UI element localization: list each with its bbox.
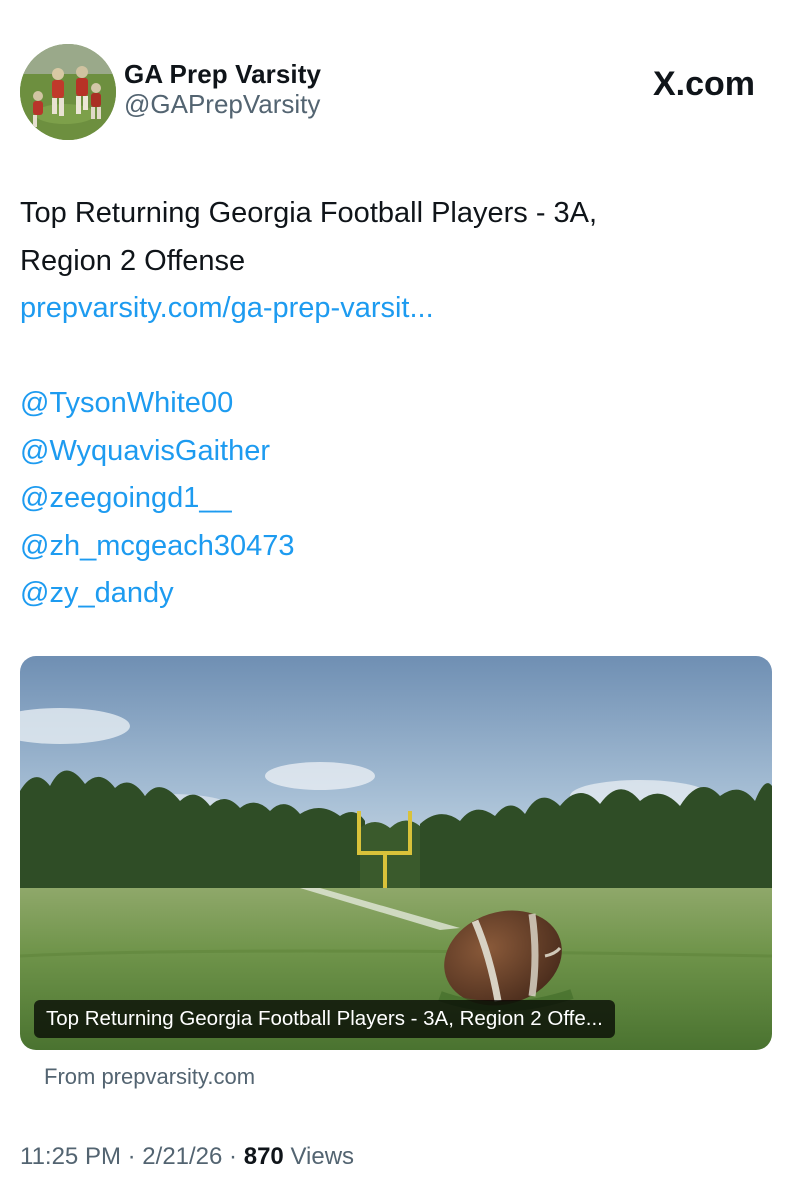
mention-link[interactable]: @TysonWhite00 [20,380,760,428]
mention-link[interactable]: @WyquavisGaither [20,428,760,476]
card-image [20,656,772,1050]
tweet-header: GA Prep Varsity @GAPrepVarsity X.com [20,44,771,140]
tweet-meta: 11:25 PM · 2/21/26 · 870 Views [20,1140,354,1174]
tweet-text-line: Top Returning Georgia Football Players -… [20,197,598,229]
mention-link[interactable]: @zeegoingd1__ [20,475,760,523]
views-count: 870 [243,1143,284,1170]
line-break [20,333,760,381]
link-preview-card[interactable]: Top Returning Georgia Football Players -… [20,656,772,1050]
separator-dot: · [127,1143,136,1170]
views-label: Views [290,1143,355,1170]
mention-link[interactable]: @zy_dandy [20,570,760,618]
user-handle[interactable]: @GAPrepVarsity [124,88,321,120]
card-source[interactable]: From prepvarsity.com [44,1062,255,1092]
card-caption: Top Returning Georgia Football Players -… [34,1000,615,1038]
post-date[interactable]: 2/21/26 [142,1143,222,1170]
display-name[interactable]: GA Prep Varsity [124,58,321,90]
tweet-text: Top Returning Georgia Football Players -… [20,190,760,618]
separator-dot: · [229,1143,238,1170]
post-time[interactable]: 11:25 PM [20,1143,121,1170]
tweet-text-line: Region 2 Offense [20,244,246,277]
mention-link[interactable]: @zh_mcgeach30473 [20,523,760,571]
x-logo[interactable]: X.com [653,64,755,104]
avatar[interactable] [20,44,116,140]
article-link[interactable]: prepvarsity.com/ga-prep-varsit... [20,285,760,333]
author-names: GA Prep Varsity @GAPrepVarsity [124,58,321,120]
